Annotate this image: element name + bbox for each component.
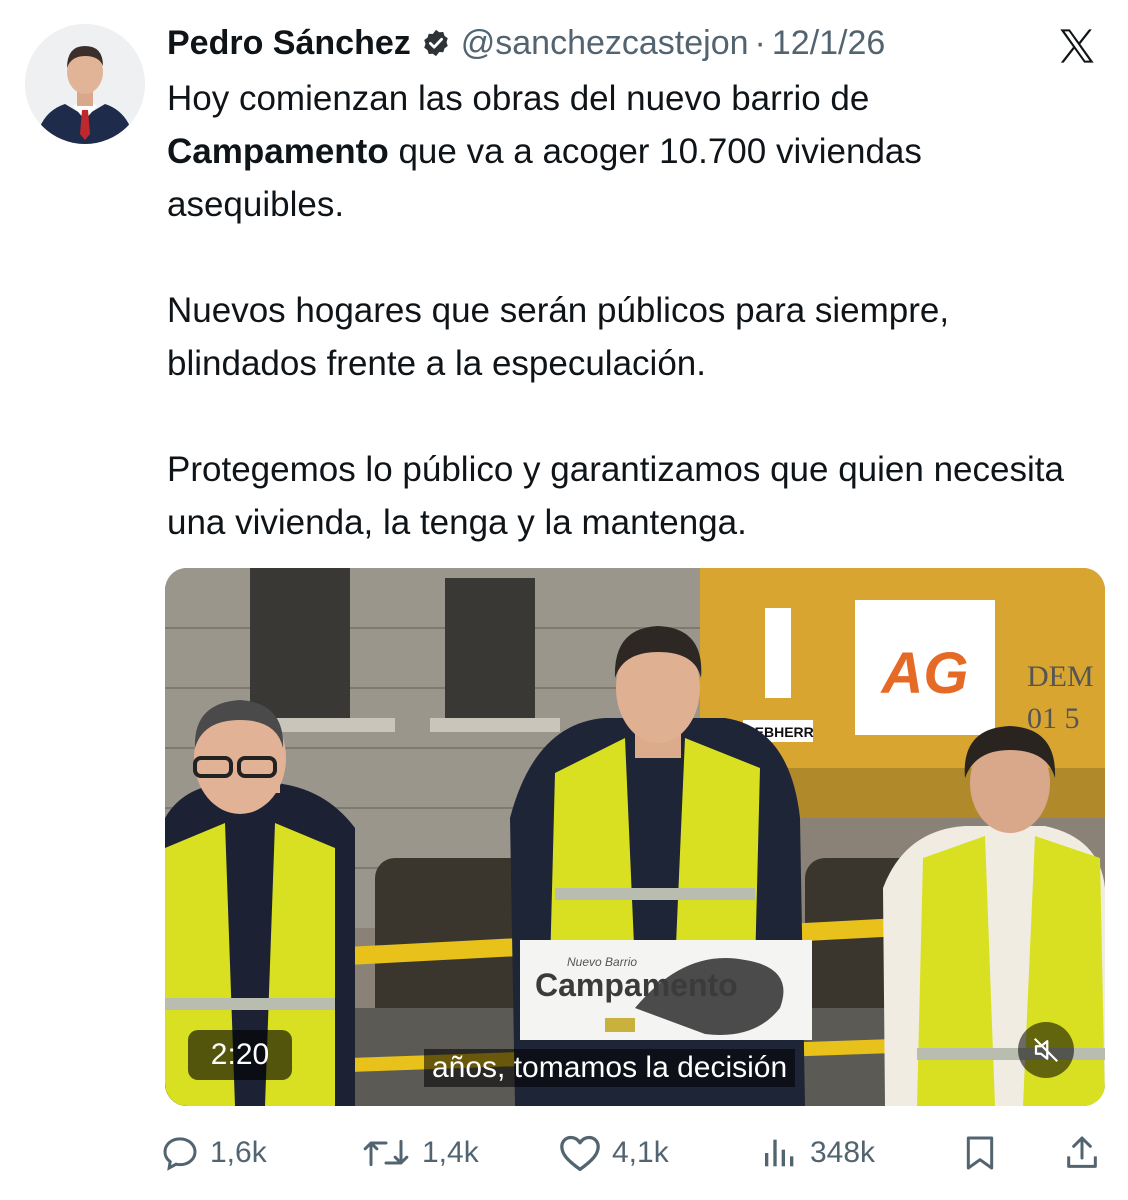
video-duration: 2:20 xyxy=(188,1030,292,1080)
like-icon xyxy=(560,1135,600,1171)
sign-dem-text: DEM xyxy=(1027,660,1094,693)
verified-badge-icon xyxy=(424,29,448,57)
author-name[interactable]: Pedro Sánchez xyxy=(167,24,411,63)
mute-icon xyxy=(1033,1037,1059,1063)
sign-number-text: 01 5 xyxy=(1027,702,1080,735)
tweet-action-bar: 1,6k 1,4k 4,1k 348k xyxy=(160,1128,1110,1178)
tweet-date[interactable]: 12/1/26 xyxy=(772,24,885,63)
avatar-portrait xyxy=(25,24,145,144)
header-separator: · xyxy=(754,23,766,62)
share-button[interactable] xyxy=(1062,1128,1112,1178)
reply-button[interactable]: 1,6k xyxy=(160,1128,267,1178)
tweet-bold-text: Campamento xyxy=(167,132,389,171)
building-window xyxy=(445,578,535,718)
ag-logo-text: AG xyxy=(880,641,969,706)
retweet-button[interactable]: 1,4k xyxy=(360,1128,479,1178)
views-count: 348k xyxy=(810,1136,876,1169)
tweet-header: Pedro Sánchez @sanchezcastejon · 12/1/26 xyxy=(167,20,1088,66)
tweet-paragraph-1: Hoy comienzan las obras del nuevo barrio… xyxy=(167,72,1097,231)
bookmark-icon xyxy=(966,1136,994,1170)
views-icon xyxy=(765,1139,794,1167)
tweet-paragraph-2: Nuevos hogares que serán públicos para s… xyxy=(167,291,950,383)
video-subtitle: años, tomamos la decisión xyxy=(424,1049,796,1087)
avatar[interactable] xyxy=(25,24,145,144)
building-window xyxy=(250,568,350,718)
views-button[interactable]: 348k xyxy=(760,1128,875,1178)
reply-icon xyxy=(163,1137,197,1171)
x-logo-icon xyxy=(1060,29,1094,63)
video-player[interactable]: AG DEM 01 5 LIEBHERR Nuevo Barrio Campam… xyxy=(165,568,1105,1106)
reply-count: 1,6k xyxy=(210,1136,267,1169)
bookmark-button[interactable] xyxy=(960,1128,1010,1178)
retweet-count: 1,4k xyxy=(422,1136,479,1169)
like-count: 4,1k xyxy=(612,1136,669,1169)
podium: Nuevo Barrio Campamento xyxy=(520,940,812,1040)
like-button[interactable]: 4,1k xyxy=(558,1128,669,1178)
tweet-text: Hoy comienzan las obras del nuevo barrio… xyxy=(167,72,1097,549)
author-handle[interactable]: @sanchezcastejon xyxy=(461,24,749,63)
podium-title-text: Campamento xyxy=(535,967,738,1003)
tweet-text-segment: Hoy comienzan las obras del nuevo barrio… xyxy=(167,79,870,118)
mute-button[interactable] xyxy=(1018,1022,1074,1078)
video-frame: AG DEM 01 5 LIEBHERR Nuevo Barrio Campam… xyxy=(165,568,1105,1106)
tweet-paragraph-3: Protegemos lo público y garantizamos que… xyxy=(167,450,1064,542)
retweet-icon xyxy=(363,1139,409,1167)
share-icon xyxy=(1067,1136,1097,1168)
